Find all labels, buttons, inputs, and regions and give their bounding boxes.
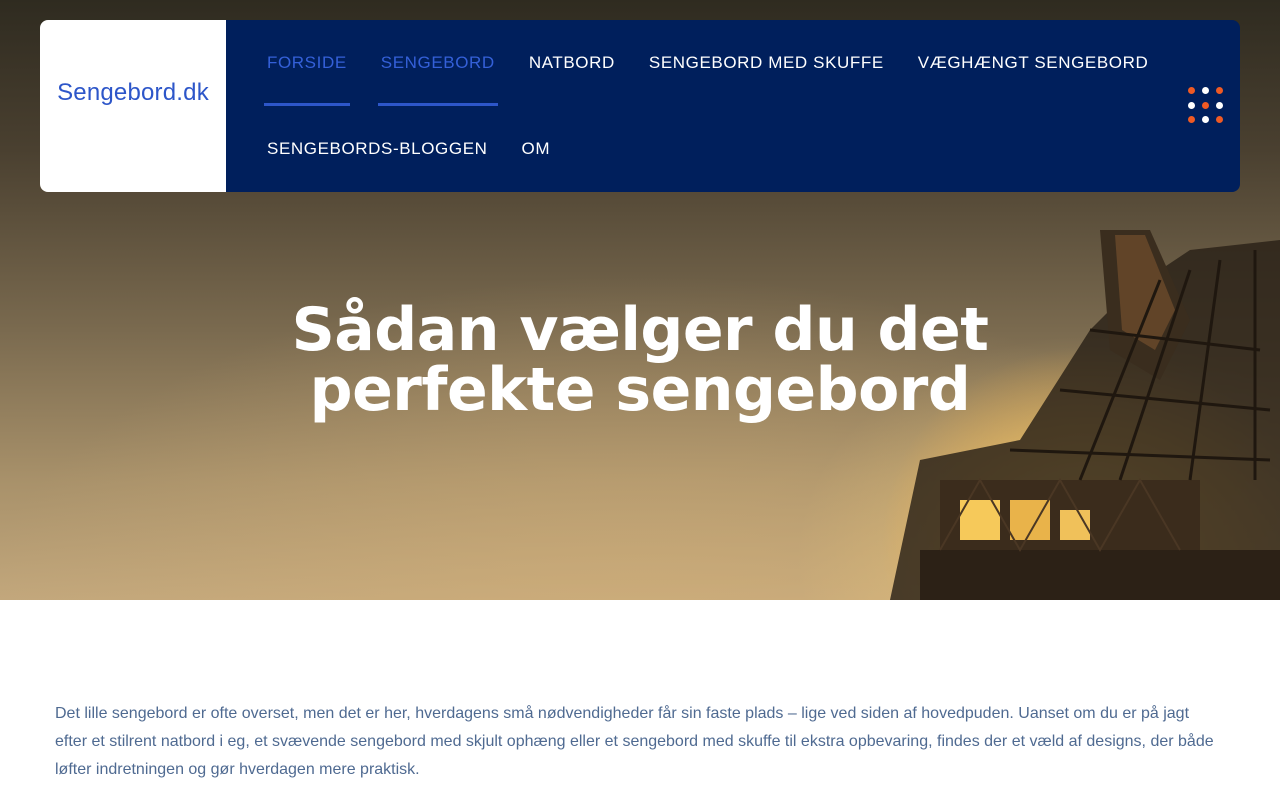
nav-item-forside[interactable]: FORSIDE: [250, 20, 364, 106]
dot: [1188, 101, 1195, 109]
site-logo[interactable]: Sengebord.dk: [57, 79, 209, 107]
nav-row-primary: FORSIDE SENGEBORD NATBORD SENGEBORD MED …: [250, 20, 1165, 106]
site-header: Sengebord.dk FORSIDE SENGEBORD NATBORD S…: [40, 20, 1240, 192]
nav-item-sengebord-med-skuffe[interactable]: SENGEBORD MED SKUFFE: [632, 20, 901, 106]
nav-item-natbord[interactable]: NATBORD: [512, 20, 632, 106]
main-navigation: FORSIDE SENGEBORD NATBORD SENGEBORD MED …: [226, 20, 1240, 192]
nav-row-secondary: SENGEBORDS-BLOGGEN OM: [250, 106, 567, 192]
article-intro: Det lille sengebord er ofte overset, men…: [55, 705, 1214, 778]
logo-container[interactable]: Sengebord.dk: [40, 20, 226, 192]
page-title: Sådan vælger du det perfekte sengebord: [291, 295, 989, 425]
grid-dots-icon[interactable]: [1188, 87, 1226, 125]
dot: [1216, 101, 1223, 109]
dot: [1216, 87, 1223, 94]
dot: [1202, 116, 1209, 124]
dot: [1188, 87, 1195, 94]
dot: [1188, 116, 1195, 124]
nav-item-vaeghaengt-sengebord[interactable]: VÆGHÆNGT SENGEBORD: [901, 20, 1166, 106]
dot: [1202, 87, 1209, 94]
dot: [1202, 101, 1209, 109]
nav-item-sengebord[interactable]: SENGEBORD: [364, 20, 512, 106]
nav-item-sengebords-bloggen[interactable]: SENGEBORDS-BLOGGEN: [250, 106, 505, 192]
dot: [1216, 116, 1223, 124]
nav-item-om[interactable]: OM: [505, 106, 568, 192]
